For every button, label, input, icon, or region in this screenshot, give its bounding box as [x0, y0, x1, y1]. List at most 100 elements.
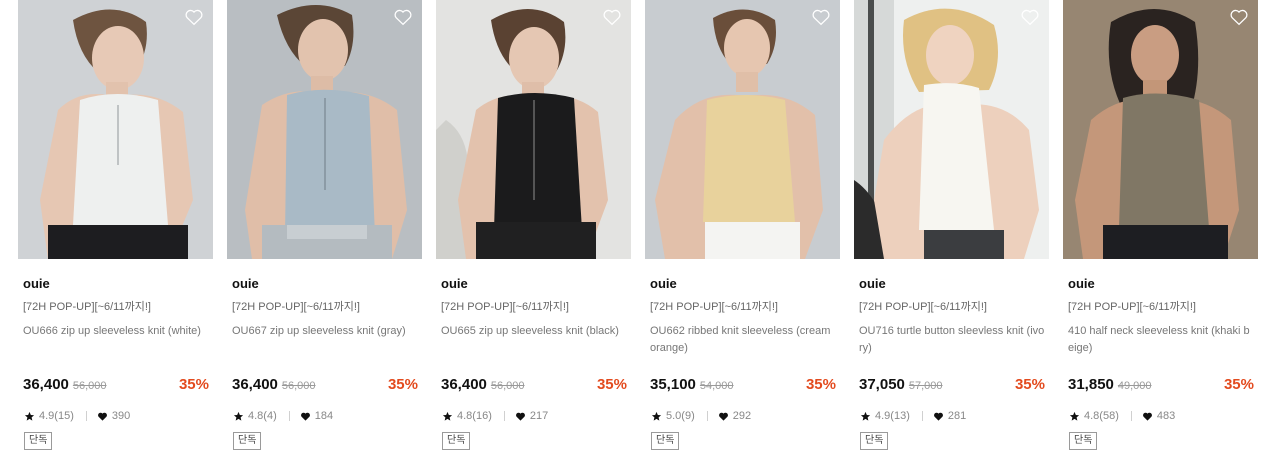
- likes: 292: [718, 410, 751, 422]
- brand-name[interactable]: ouie: [1063, 276, 1258, 292]
- divider: [706, 411, 708, 421]
- product-name[interactable]: OU716 turtle button sleevless knit (ivor…: [854, 323, 1049, 357]
- divider: [1130, 411, 1132, 421]
- product-photo: [227, 0, 422, 259]
- product-photo: [18, 0, 213, 259]
- wishlist-heart-icon[interactable]: [1019, 6, 1041, 28]
- price-row: 36,400 56,000 35%: [18, 375, 213, 395]
- divider: [503, 411, 505, 421]
- heart-icon: [718, 412, 728, 421]
- promo-label: [72H POP-UP][~6/11까지!]: [441, 301, 569, 313]
- original-price: 54,000: [699, 380, 734, 392]
- sale-price: 37,050: [859, 376, 905, 393]
- sale-price: 36,400: [232, 376, 278, 393]
- product-image[interactable]: [18, 0, 213, 259]
- star-icon: [860, 411, 871, 421]
- rating: 4.9(15): [24, 410, 74, 422]
- likes: 184: [300, 410, 333, 422]
- rating-value: 4.9(15): [39, 410, 74, 422]
- rating-value: 4.8(16): [457, 410, 492, 422]
- rating-value: 4.8(58): [1084, 410, 1119, 422]
- brand-name[interactable]: ouie: [436, 276, 631, 292]
- wishlist-heart-icon[interactable]: [183, 6, 205, 28]
- product-card[interactable]: ouie [72H POP-UP][~6/11까지!] OU662 ribbed…: [645, 0, 840, 450]
- exclusive-badge: 단독: [860, 432, 889, 450]
- rating: 4.9(13): [860, 410, 910, 422]
- product-image[interactable]: [1063, 0, 1258, 259]
- original-price: 56,000: [281, 380, 316, 392]
- meta-row: 4.9(15) 390: [18, 409, 213, 423]
- product-name[interactable]: OU662 ribbed knit sleeveless (cream oran…: [645, 323, 840, 357]
- meta-row: 4.8(58) 483: [1063, 409, 1258, 423]
- product-image[interactable]: [645, 0, 840, 259]
- product-grid: ouie [72H POP-UP][~6/11까지!] OU666 zip up…: [18, 0, 1258, 450]
- rating: 5.0(9): [651, 410, 695, 422]
- product-card[interactable]: ouie [72H POP-UP][~6/11까지!] OU667 zip up…: [227, 0, 422, 450]
- sale-price: 35,100: [650, 376, 696, 393]
- star-icon: [24, 411, 35, 421]
- exclusive-badge: 단독: [442, 432, 471, 450]
- product-card[interactable]: ouie [72H POP-UP][~6/11까지!] OU716 turtle…: [854, 0, 1049, 450]
- price-row: 37,050 57,000 35%: [854, 375, 1049, 395]
- rating: 4.8(58): [1069, 410, 1119, 422]
- wishlist-heart-icon[interactable]: [601, 6, 623, 28]
- wishlist-heart-icon[interactable]: [1228, 6, 1250, 28]
- likes-count: 483: [1156, 410, 1176, 422]
- brand-name[interactable]: ouie: [227, 276, 422, 292]
- sale-price: 31,850: [1068, 376, 1114, 393]
- likes-count: 184: [314, 410, 334, 422]
- price-row: 35,100 54,000 35%: [645, 375, 840, 395]
- discount-rate: 35%: [1014, 376, 1045, 393]
- discount-rate: 35%: [178, 376, 209, 393]
- exclusive-badge: 단독: [1069, 432, 1098, 450]
- exclusive-badge: 단독: [24, 432, 53, 450]
- product-photo: [1063, 0, 1258, 259]
- price-row: 31,850 49,000 35%: [1063, 375, 1258, 395]
- product-name[interactable]: OU666 zip up sleeveless knit (white): [18, 323, 213, 357]
- likes: 217: [515, 410, 548, 422]
- promo-label: [72H POP-UP][~6/11까지!]: [1068, 301, 1196, 313]
- likes-count: 217: [529, 410, 549, 422]
- promo-label: [72H POP-UP][~6/11까지!]: [859, 301, 987, 313]
- heart-icon: [300, 412, 310, 421]
- exclusive-badge: 단독: [651, 432, 680, 450]
- star-icon: [651, 411, 662, 421]
- original-price: 56,000: [72, 380, 107, 392]
- heart-icon: [515, 412, 525, 421]
- discount-rate: 35%: [596, 376, 627, 393]
- brand-name[interactable]: ouie: [645, 276, 840, 292]
- meta-row: 4.8(16) 217: [436, 409, 631, 423]
- promo-label: [72H POP-UP][~6/11까지!]: [23, 301, 151, 313]
- product-card[interactable]: ouie [72H POP-UP][~6/11까지!] 410 half nec…: [1063, 0, 1258, 450]
- product-name[interactable]: 410 half neck sleeveless knit (khaki bei…: [1063, 323, 1258, 357]
- divider: [288, 411, 290, 421]
- wishlist-heart-icon[interactable]: [392, 6, 414, 28]
- divider: [85, 411, 87, 421]
- product-photo: [854, 0, 1049, 259]
- sale-price: 36,400: [23, 376, 69, 393]
- discount-rate: 35%: [387, 376, 418, 393]
- meta-row: 4.8(4) 184: [227, 409, 422, 423]
- likes-count: 292: [732, 410, 752, 422]
- product-image[interactable]: [436, 0, 631, 259]
- product-card[interactable]: ouie [72H POP-UP][~6/11까지!] OU666 zip up…: [18, 0, 213, 450]
- product-name[interactable]: OU667 zip up sleeveless knit (gray): [227, 323, 422, 357]
- product-photo: [645, 0, 840, 259]
- likes-count: 281: [947, 410, 967, 422]
- product-name[interactable]: OU665 zip up sleeveless knit (black): [436, 323, 631, 357]
- price-row: 36,400 56,000 35%: [436, 375, 631, 395]
- product-image[interactable]: [854, 0, 1049, 259]
- rating-value: 4.9(13): [875, 410, 910, 422]
- brand-name[interactable]: ouie: [18, 276, 213, 292]
- likes-count: 390: [111, 410, 131, 422]
- star-icon: [233, 411, 244, 421]
- brand-name[interactable]: ouie: [854, 276, 1049, 292]
- product-card[interactable]: ouie [72H POP-UP][~6/11까지!] OU665 zip up…: [436, 0, 631, 450]
- heart-icon: [1142, 412, 1152, 421]
- product-photo: [436, 0, 631, 259]
- promo-label: [72H POP-UP][~6/11까지!]: [650, 301, 778, 313]
- product-image[interactable]: [227, 0, 422, 259]
- meta-row: 4.9(13) 281: [854, 409, 1049, 423]
- wishlist-heart-icon[interactable]: [810, 6, 832, 28]
- exclusive-badge: 단독: [233, 432, 262, 450]
